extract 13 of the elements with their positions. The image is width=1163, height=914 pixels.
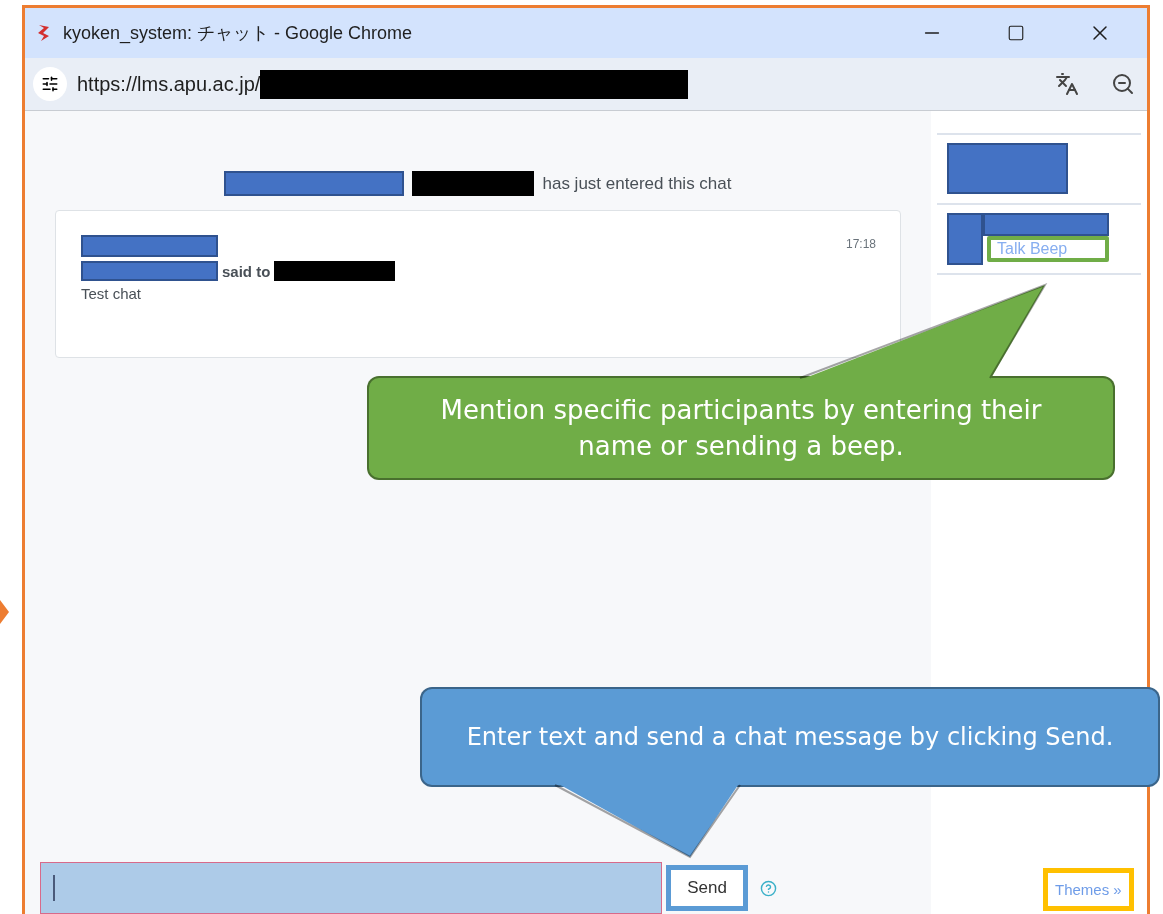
message-time: 17:18 bbox=[845, 237, 876, 251]
translate-icon[interactable] bbox=[1055, 72, 1079, 96]
message-input[interactable] bbox=[40, 862, 662, 914]
said-to-text: said to bbox=[222, 262, 271, 280]
send-button[interactable]: Send bbox=[666, 865, 748, 911]
maximize-icon[interactable] bbox=[1007, 24, 1025, 42]
url-text[interactable]: https://lms.apu.ac.jp/ bbox=[77, 72, 261, 96]
site-settings-icon[interactable] bbox=[33, 67, 67, 101]
window-title: kyoken_system: チャット - Google Chrome bbox=[63, 22, 414, 45]
zoom-out-icon[interactable] bbox=[1111, 72, 1135, 96]
system-message: has just entered this chat bbox=[542, 173, 732, 194]
arrow-icon bbox=[0, 600, 10, 624]
message-text: Test chat bbox=[81, 285, 142, 302]
